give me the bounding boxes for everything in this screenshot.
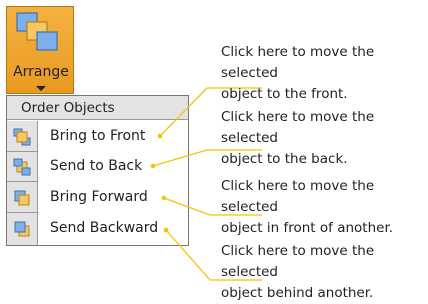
menu-item-bring-to-front[interactable]: Bring to Front (7, 122, 188, 152)
arrange-icon (16, 12, 58, 51)
order-objects-menu: Order Objects Bring to Front Send to Bac… (6, 95, 189, 246)
send-backward-icon (14, 221, 30, 237)
menu-item-send-to-back[interactable]: Send to Back (7, 152, 188, 182)
callout-bring-to-front: Click here to move the selected object t… (221, 42, 428, 105)
callout-line: Click here to move the selected (221, 178, 375, 215)
menu-item-bring-forward[interactable]: Bring Forward (7, 183, 188, 213)
arrange-button[interactable]: Arrange (6, 6, 74, 94)
arrange-label: Arrange (13, 64, 69, 80)
callout-send-to-back: Click here to move the selected object t… (221, 107, 428, 170)
callout-line: Click here to move the selected (221, 243, 375, 280)
menu-header: Order Objects (7, 96, 188, 120)
menu-item-label: Bring Forward (50, 189, 148, 205)
callout-line: object to the front. (221, 86, 348, 102)
menu-item-send-backward[interactable]: Send Backward (7, 214, 188, 243)
menu-item-label: Send to Back (50, 158, 143, 174)
chevron-down-icon (36, 86, 46, 91)
callout-line: Click here to move the selected (221, 44, 375, 81)
menu-item-label: Bring to Front (50, 128, 146, 144)
send-to-back-icon (13, 158, 31, 176)
bring-to-front-icon (13, 128, 31, 146)
callout-line: object behind another. (221, 285, 374, 301)
callout-line: object to the back. (221, 151, 348, 167)
callout-line: Click here to move the selected (221, 109, 375, 146)
menu-item-label: Send Backward (50, 220, 159, 236)
callout-bring-forward: Click here to move the selected object i… (221, 176, 428, 239)
bring-forward-icon (14, 190, 30, 206)
callout-send-backward: Click here to move the selected object b… (221, 241, 428, 304)
callout-line: object in front of another. (221, 220, 394, 236)
